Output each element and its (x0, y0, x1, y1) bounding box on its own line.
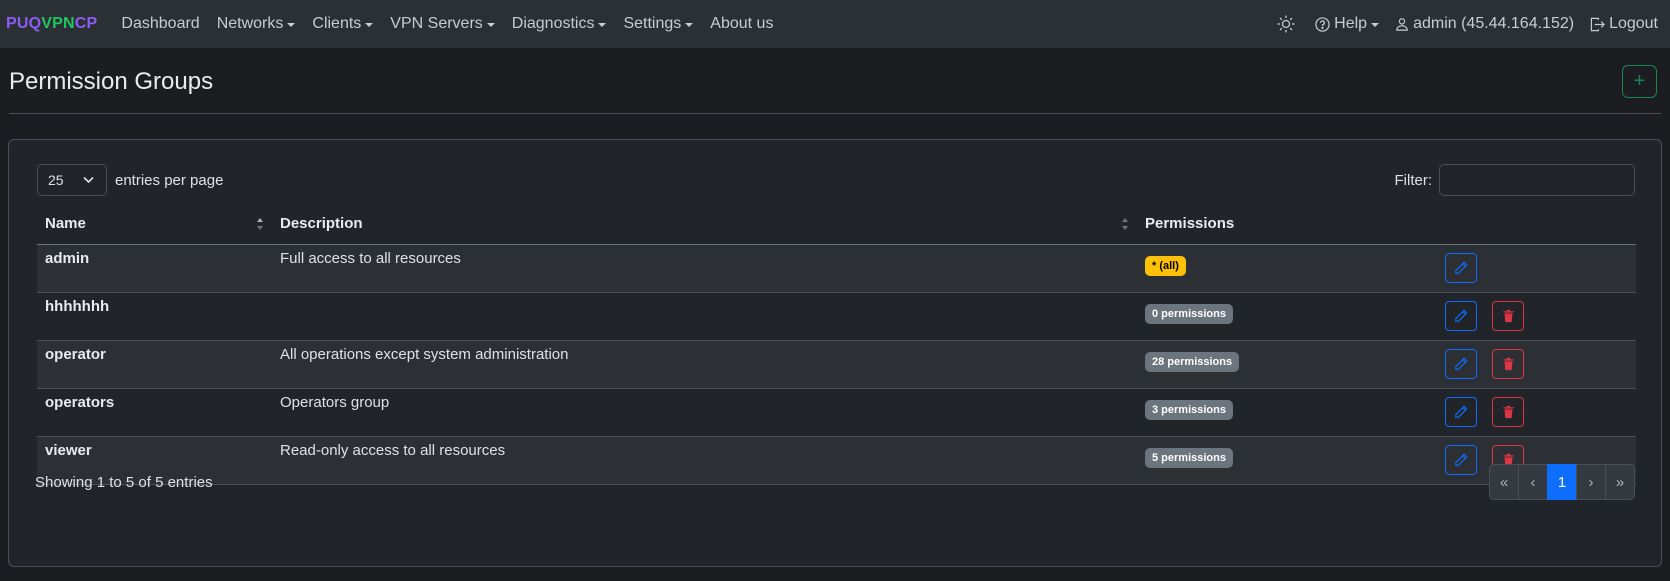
nav-diagnostics[interactable]: Diagnostics (512, 15, 607, 33)
cell-permissions: 0 permissions (1137, 292, 1437, 341)
plus-icon: + (1633, 70, 1646, 92)
theme-toggle[interactable] (1277, 15, 1299, 33)
table-row: operator All operations except system ad… (37, 340, 1636, 389)
delete-button[interactable] (1492, 397, 1524, 427)
cell-name: operator (37, 340, 272, 389)
cell-actions (1437, 244, 1636, 293)
pencil-icon (1455, 405, 1468, 418)
last-page-button[interactable]: » (1605, 464, 1635, 500)
table-row: operators Operators group 3 permissions (37, 388, 1636, 437)
prev-page-button[interactable]: ‹ (1518, 464, 1548, 500)
caret-down-icon (365, 23, 374, 27)
cell-permissions: 3 permissions (1137, 388, 1437, 437)
delete-button[interactable] (1492, 301, 1524, 331)
entries-info: Showing 1 to 5 of 5 entries (35, 473, 213, 491)
nav-user[interactable]: admin (45.44.164.152) (1395, 15, 1574, 33)
add-group-button[interactable]: + (1622, 65, 1657, 98)
nav-dashboard[interactable]: Dashboard (121, 15, 199, 33)
caret-down-icon (287, 23, 296, 27)
nav-settings[interactable]: Settings (623, 15, 694, 33)
logout-icon (1590, 17, 1605, 31)
user-icon (1396, 18, 1408, 31)
permissions-badge: * (all) (1145, 256, 1186, 276)
first-page-button[interactable]: « (1489, 464, 1519, 500)
cell-description: Operators group (272, 388, 1137, 437)
table-row: admin Full access to all resources * (al… (37, 244, 1636, 293)
cell-actions (1437, 292, 1636, 341)
question-circle-icon (1315, 16, 1330, 32)
cell-actions (1437, 388, 1636, 437)
header-name[interactable]: Name (37, 204, 272, 245)
permissions-badge: 28 permissions (1145, 352, 1240, 372)
table-footer: Showing 1 to 5 of 5 entries « ‹ 1 › » (35, 464, 1635, 500)
filter-control: Filter: (1394, 164, 1635, 196)
edit-button[interactable] (1445, 253, 1477, 283)
brand-part-1: PUQ (6, 15, 42, 32)
cell-permissions: * (all) (1137, 244, 1437, 293)
edit-button[interactable] (1445, 397, 1477, 427)
page-header: Permission Groups + (9, 48, 1661, 114)
nav-help[interactable]: Help (1315, 15, 1380, 33)
entries-label: entries per page (115, 171, 224, 189)
table-row: hhhhhhh 0 permissions (37, 292, 1636, 341)
groups-card: 25 entries per page Filter: Name Descrip… (8, 139, 1662, 567)
caret-down-icon (486, 23, 495, 27)
chevron-down-icon (83, 176, 94, 184)
caret-down-icon (598, 23, 607, 27)
nav-networks[interactable]: Networks (217, 15, 296, 33)
page-1-button[interactable]: 1 (1547, 464, 1577, 500)
permissions-badge: 3 permissions (1145, 400, 1233, 420)
filter-input[interactable] (1439, 164, 1635, 196)
cell-actions (1437, 340, 1636, 389)
filter-label: Filter: (1394, 171, 1433, 189)
table-header-row: Name Description Permissions (37, 204, 1636, 245)
sort-icon (1122, 218, 1128, 230)
pagination: « ‹ 1 › » (1489, 464, 1635, 500)
table-controls: 25 entries per page Filter: (37, 164, 1635, 196)
sort-icon (257, 218, 263, 230)
sun-icon (1277, 15, 1295, 33)
brand-part-3: CP (74, 15, 98, 32)
header-permissions: Permissions (1137, 204, 1437, 245)
pencil-icon (1455, 261, 1468, 274)
cell-name: admin (37, 244, 272, 293)
navbar: PUQ VPN CP Dashboard Networks Clients VPN … (0, 0, 1670, 48)
caret-down-icon (685, 23, 694, 27)
page-title: Permission Groups (9, 67, 214, 95)
cell-name: hhhhhhh (37, 292, 272, 341)
caret-down-icon (1371, 23, 1380, 27)
cell-description: Full access to all resources (272, 244, 1137, 293)
nav-clients[interactable]: Clients (312, 15, 374, 33)
trash-icon (1502, 405, 1514, 419)
cell-name: operators (37, 388, 272, 437)
nav-right: Help admin (45.44.164.152) Logout (1261, 0, 1658, 48)
nav-links: Dashboard Networks Clients VPN Servers D… (121, 15, 790, 33)
edit-button[interactable] (1445, 301, 1477, 331)
trash-icon (1502, 309, 1514, 323)
trash-icon (1502, 357, 1514, 371)
nav-logout[interactable]: Logout (1590, 15, 1658, 33)
header-description[interactable]: Description (272, 204, 1137, 245)
pencil-icon (1455, 357, 1468, 370)
cell-permissions: 28 permissions (1137, 340, 1437, 389)
brand-logo[interactable]: PUQ VPN CP (6, 15, 97, 33)
nav-about-us[interactable]: About us (710, 15, 773, 33)
entries-control: 25 entries per page (37, 164, 223, 196)
cell-description (272, 292, 1137, 341)
brand-part-2: VPN (41, 15, 75, 32)
cell-description: All operations except system administrat… (272, 340, 1137, 389)
next-page-button[interactable]: › (1576, 464, 1606, 500)
header-actions (1437, 204, 1636, 245)
pencil-icon (1455, 309, 1468, 322)
permissions-badge: 0 permissions (1145, 304, 1233, 324)
delete-button[interactable] (1492, 349, 1524, 379)
nav-vpn-servers[interactable]: VPN Servers (390, 15, 495, 33)
page-size-select[interactable]: 25 (37, 164, 107, 196)
groups-table: Name Description Permissions admin Full … (37, 204, 1636, 485)
edit-button[interactable] (1445, 349, 1477, 379)
